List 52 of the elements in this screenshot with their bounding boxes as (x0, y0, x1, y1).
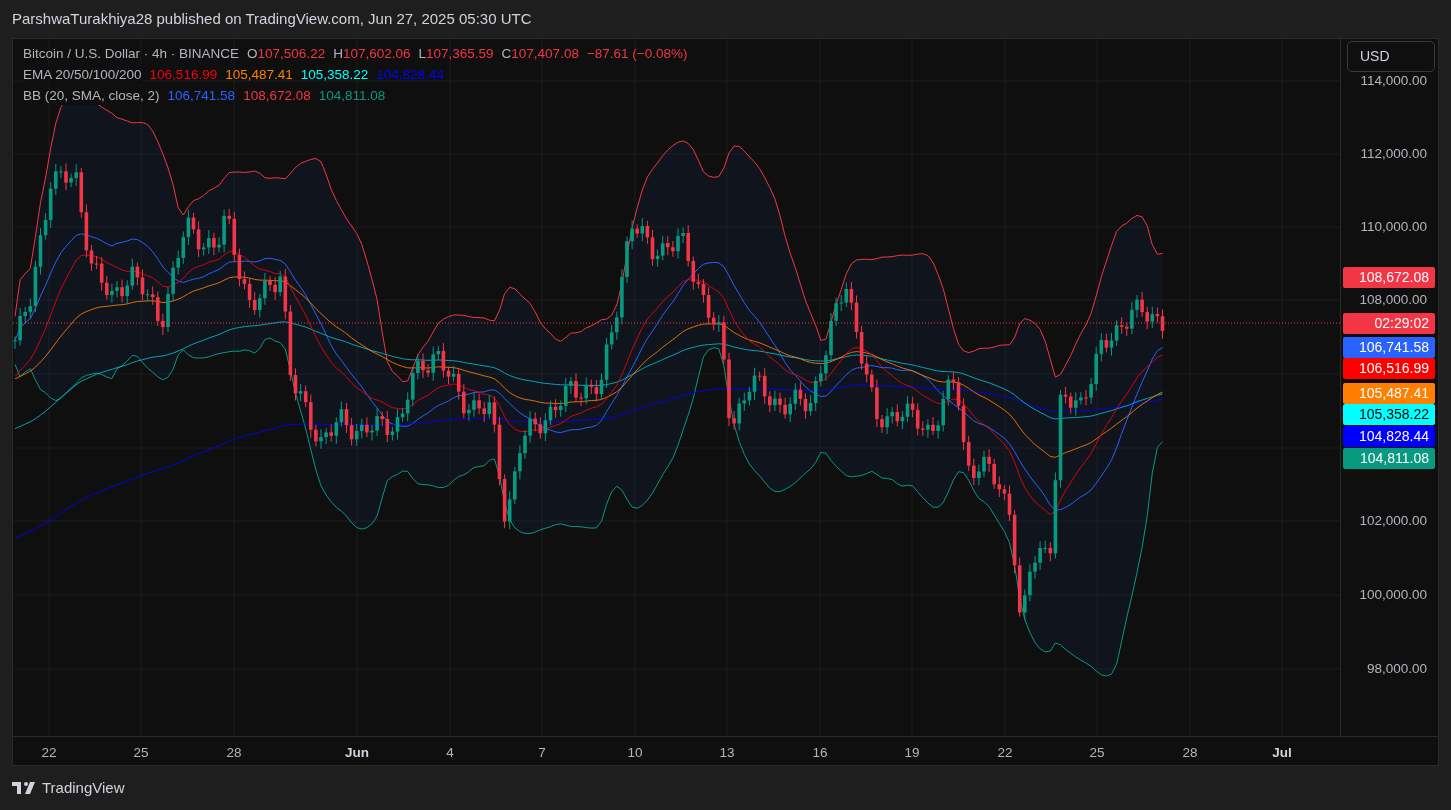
price-tick-label: 98,000.00 (1366, 661, 1427, 677)
price-badge: 108,672.08 (1343, 267, 1435, 288)
month-label: Jul (1272, 744, 1292, 762)
ohlc-value: 107,602.06 (342, 45, 411, 63)
date-label: 28 (226, 744, 242, 762)
date-label: 22 (41, 744, 57, 762)
indicator-value: 105,358.22 (300, 66, 369, 84)
ohlc-label: L (418, 45, 426, 63)
date-label: 13 (719, 744, 735, 762)
price-tick-label: 100,000.00 (1359, 587, 1427, 603)
indicator-name: BB (20, SMA, close, 2) (23, 87, 160, 105)
brand-name: TradingView (42, 777, 125, 798)
date-label: 25 (133, 744, 149, 762)
ohlc-value: 107,365.59 (426, 45, 494, 63)
date-label: 19 (904, 744, 920, 762)
date-label: 4 (446, 744, 454, 762)
ohlc-value: 107,506.22 (257, 45, 326, 63)
ohlc-value: 107,407.08 (511, 45, 579, 63)
price-tick-label: 110,000.00 (1360, 219, 1427, 235)
date-label: 25 (1089, 744, 1105, 762)
price-badge: 106,741.58 (1343, 337, 1435, 358)
price-badge: 02:29:02 (1343, 313, 1435, 334)
ohlc-label: H (333, 45, 343, 63)
indicator-name: EMA 20/50/100/200 (23, 66, 142, 84)
price-tick-label: 112,000.00 (1360, 146, 1427, 162)
attribution-text: ParshwaTurakhiya28 published on TradingView.com, Jun 27, 2025 05:30 UTC (12, 8, 532, 29)
ohlc-label: O (247, 45, 258, 63)
ohlc-label: C (501, 45, 512, 63)
price-badge: 106,516.99 (1343, 358, 1435, 379)
indicator-value: 106,741.58 (167, 87, 236, 105)
date-label: 28 (1182, 744, 1198, 762)
month-label: Jun (345, 744, 369, 762)
price-badge: 105,487.41 (1343, 383, 1435, 404)
logo-icon (12, 782, 36, 794)
date-label: 7 (538, 744, 546, 762)
price-change: −87.61 (−0.08%) (586, 45, 688, 63)
indicator-value: 105,487.41 (225, 66, 293, 84)
indicator-value: 108,672.08 (243, 87, 311, 105)
date-label: 16 (812, 744, 828, 762)
price-badge: 104,828.44 (1343, 426, 1435, 447)
date-label: 10 (627, 744, 643, 762)
price-tick-label: 108,000.00 (1359, 292, 1427, 308)
currency-button[interactable]: USD (1347, 41, 1435, 72)
price-badge: 104,811.08 (1343, 448, 1435, 469)
date-label: 22 (997, 744, 1013, 762)
symbol-title: Bitcoin / U.S. Dollar · 4h · BINANCE (23, 45, 240, 63)
indicator-value: 104,828.44 (376, 66, 444, 84)
price-badge: 105,358.22 (1343, 404, 1435, 425)
indicator-value: 106,516.99 (149, 66, 218, 84)
price-tick-label: 102,000.00 (1359, 513, 1427, 529)
indicator-value: 104,811.08 (318, 87, 386, 105)
price-tick-label: 114,000.00 (1360, 73, 1427, 89)
